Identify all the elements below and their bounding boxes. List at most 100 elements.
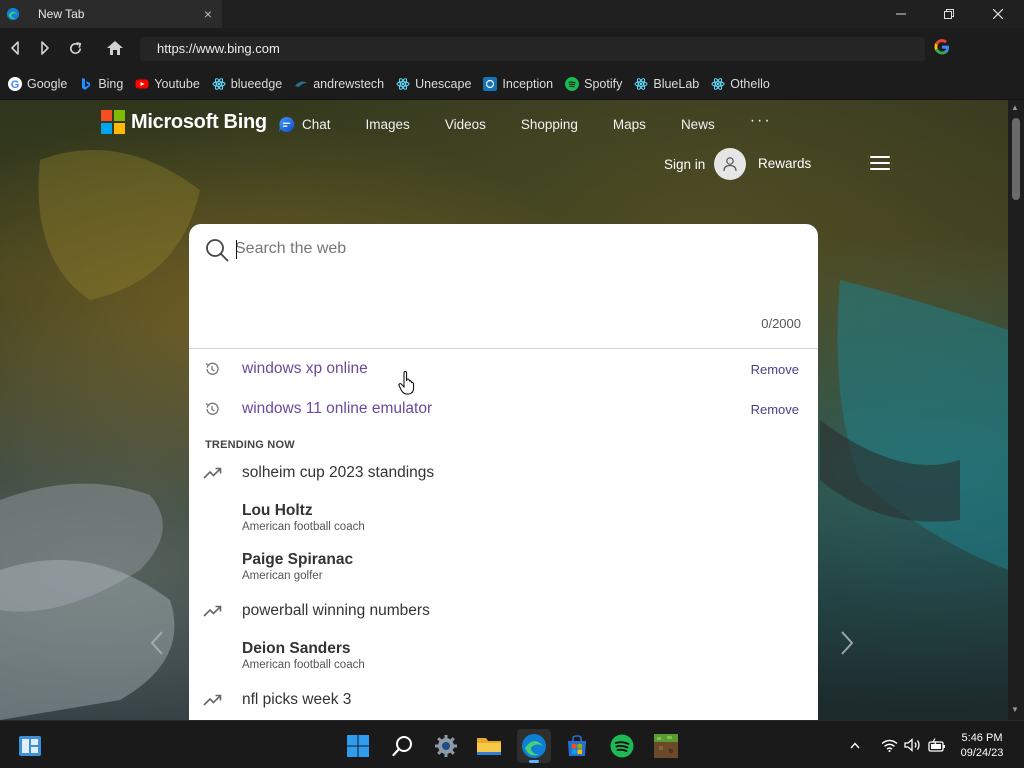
react-icon (212, 77, 226, 90)
nav-news[interactable]: News (681, 117, 715, 132)
bookmark-label: Othello (730, 76, 770, 91)
sign-in-label: Sign in (664, 156, 706, 172)
wifi-icon[interactable] (880, 737, 898, 753)
trending-entity[interactable]: Paige Spiranac American golfer (189, 549, 818, 587)
bookmark-bing[interactable]: Bing (79, 77, 123, 91)
history-suggestion[interactable]: windows xp online Remove (189, 358, 818, 378)
nav-shopping[interactable]: Shopping (521, 117, 578, 132)
trending-suggestion[interactable]: solheim cup 2023 standings (189, 462, 818, 484)
volume-icon[interactable] (904, 737, 922, 753)
spotify-taskbar-icon[interactable] (605, 729, 639, 763)
bookmark-bluelab[interactable]: BlueLab (634, 77, 699, 91)
bookmark-label: Inception (502, 76, 554, 91)
bing-homepage: Microsoft Bing Chat Images Videos Shoppi… (0, 100, 1008, 720)
minecraft-icon[interactable] (649, 729, 683, 763)
remove-history-button[interactable]: Remove (751, 402, 799, 417)
entity-description: American football coach (242, 659, 365, 671)
remove-history-button[interactable]: Remove (751, 362, 799, 377)
google-icon: G (8, 76, 22, 91)
file-explorer-icon[interactable] (472, 729, 506, 763)
back-icon[interactable] (3, 36, 27, 60)
bookmark-label: BlueLab (653, 76, 700, 91)
scroll-thumb[interactable] (1012, 118, 1020, 200)
trending-text: nfl picks week 3 (242, 691, 352, 708)
hand-cursor-icon (398, 371, 415, 395)
search-icon[interactable] (205, 238, 229, 262)
text-caret (236, 240, 237, 259)
inception-icon (483, 76, 498, 91)
bookmark-label: andrewstech (313, 76, 385, 91)
bookmark-label: Unescape (415, 76, 472, 91)
bing-logo[interactable]: Microsoft Bing (101, 110, 267, 134)
bookmark-andrewstech[interactable]: andrewstech (294, 77, 384, 91)
forward-icon[interactable] (33, 36, 57, 60)
taskbar-search-icon[interactable] (386, 729, 420, 763)
trending-entity[interactable]: Deion Sanders American football coach (189, 638, 818, 676)
bookmark-google[interactable]: G Google (8, 76, 67, 91)
browser-titlebar: New Tab × (0, 0, 1024, 28)
entity-description: American football coach (242, 521, 365, 533)
bookmark-spotify[interactable]: Spotify (565, 76, 622, 91)
settings-icon[interactable] (429, 729, 463, 763)
bookmark-unescape[interactable]: Unescape (396, 77, 471, 91)
history-text: windows 11 online emulator (242, 400, 433, 417)
carousel-next-icon[interactable] (840, 630, 854, 663)
scroll-down-icon[interactable]: ▼ (1011, 705, 1019, 714)
bookmark-othello[interactable]: Othello (711, 77, 770, 91)
history-suggestion[interactable]: windows 11 online emulator Remove (189, 398, 818, 418)
bookmark-label: Youtube (154, 76, 200, 91)
bookmark-inception[interactable]: Inception (483, 76, 554, 91)
widgets-icon[interactable] (13, 729, 47, 763)
minimize-icon[interactable] (878, 0, 924, 28)
nav-images[interactable]: Images (366, 117, 410, 132)
bookmarks-bar: G Google Bing Youtube blueedge andrewste… (0, 68, 1024, 100)
start-icon[interactable] (341, 729, 375, 763)
trending-text: powerball winning numbers (242, 602, 430, 619)
page-scrollbar[interactable]: ▲ ▼ (1008, 100, 1024, 720)
scroll-up-icon[interactable]: ▲ (1011, 103, 1019, 112)
store-icon[interactable] (560, 729, 594, 763)
trending-icon (203, 605, 222, 617)
address-bar[interactable]: https://www.bing.com (140, 37, 925, 61)
nav-maps[interactable]: Maps (613, 117, 646, 132)
chevron-up-icon[interactable] (846, 737, 864, 753)
tab-title: New Tab (38, 7, 85, 21)
andrewstech-icon (295, 81, 308, 87)
clock-date: 09/24/23 (960, 747, 1004, 759)
entity-description: American golfer (242, 570, 323, 582)
google-icon[interactable] (933, 38, 951, 56)
carousel-prev-icon[interactable] (150, 630, 164, 663)
bookmark-blueedge[interactable]: blueedge (212, 77, 282, 91)
tab-close-icon[interactable]: × (198, 6, 218, 22)
nav-chat[interactable]: Chat (278, 116, 331, 133)
trending-suggestion[interactable]: powerball winning numbers (189, 600, 818, 622)
bing-top-nav: Chat Images Videos Shopping Maps News ··… (278, 112, 772, 133)
react-icon (634, 77, 648, 90)
react-icon (711, 77, 725, 90)
trending-entity[interactable]: Lou Holtz American football coach (189, 500, 818, 538)
rewards-link[interactable]: Rewards (758, 156, 811, 171)
home-icon[interactable] (103, 36, 127, 60)
more-options-icon[interactable]: ··· (750, 112, 772, 130)
trending-suggestion[interactable]: nfl picks week 3 (189, 689, 818, 711)
entity-name: Paige Spiranac (242, 551, 354, 568)
windows-taskbar: 5:46 PM 09/24/23 (0, 720, 1024, 768)
hamburger-menu-icon[interactable] (870, 156, 890, 172)
search-input[interactable] (235, 236, 795, 262)
bookmark-label: blueedge (230, 76, 283, 91)
microsoft-logo-icon (101, 110, 125, 134)
react-icon (396, 77, 410, 90)
entity-name: Deion Sanders (242, 640, 351, 657)
sign-in-button[interactable]: Sign in (664, 148, 747, 180)
bookmark-label: Bing (98, 76, 124, 91)
taskbar-clock[interactable]: 5:46 PM 09/24/23 (958, 731, 1006, 761)
nav-videos[interactable]: Videos (445, 117, 486, 132)
restore-icon[interactable] (926, 0, 972, 28)
url-text: https://www.bing.com (157, 41, 280, 56)
battery-icon[interactable] (928, 737, 946, 753)
bookmark-youtube[interactable]: Youtube (135, 76, 200, 91)
close-window-icon[interactable] (975, 0, 1021, 28)
edge-taskbar-icon[interactable] (517, 729, 551, 763)
tab-new-tab[interactable]: New Tab × (0, 0, 222, 28)
refresh-icon[interactable] (63, 36, 87, 60)
